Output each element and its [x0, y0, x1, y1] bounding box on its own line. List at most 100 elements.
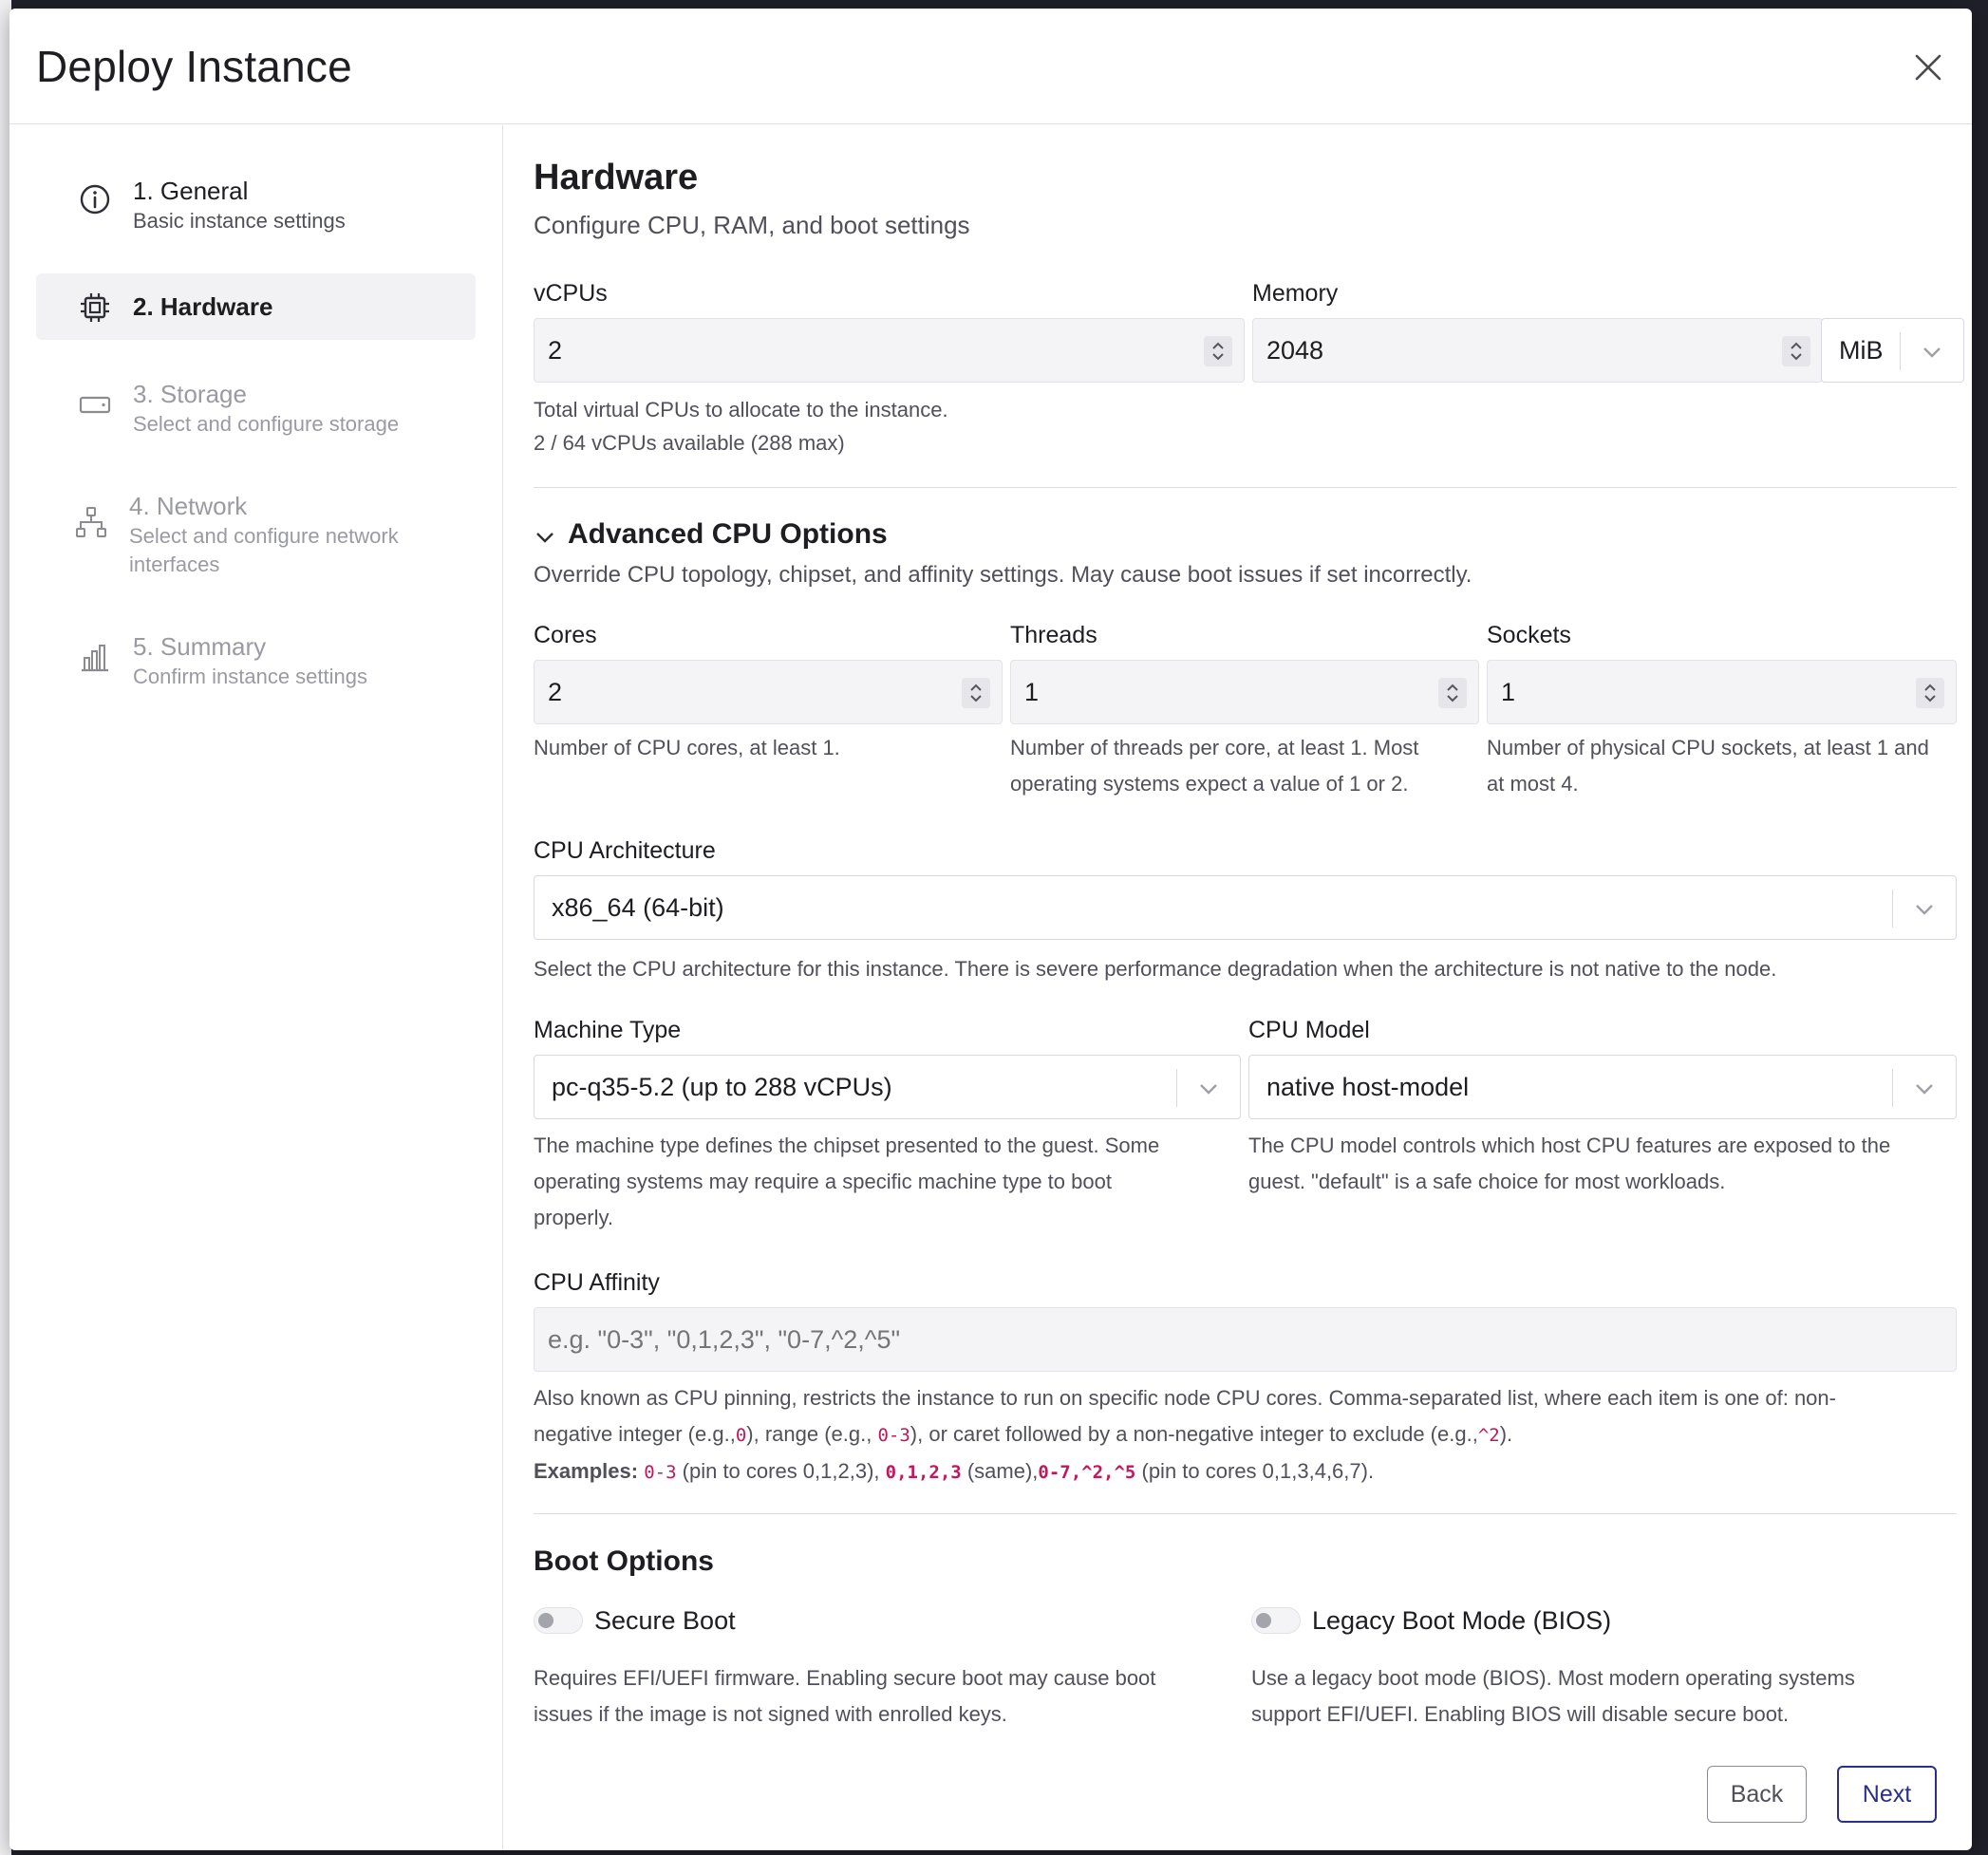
vcpus-value: 2	[548, 335, 563, 365]
machine-type-help-line3: properly.	[534, 1206, 613, 1229]
step-network-desc-line2: interfaces	[129, 553, 220, 576]
stepper-arrows-icon	[1447, 684, 1458, 703]
cpu-architecture-select[interactable]: x86_64 (64-bit)	[534, 875, 1957, 940]
chevron-down-icon	[1916, 1084, 1933, 1095]
secure-boot-help-line2: issues if the image is not signed with e…	[534, 1702, 1007, 1726]
cpu-model-label: CPU Model	[1248, 1017, 1370, 1043]
boot-options-title: Boot Options	[534, 1546, 714, 1577]
threads-input[interactable]: 1	[1010, 660, 1479, 724]
memory-unit-select[interactable]: MiB	[1821, 318, 1964, 383]
memory-unit-value: MiB	[1839, 335, 1884, 365]
secure-boot-label: Secure Boot	[594, 1606, 736, 1635]
memory-label: Memory	[1252, 280, 1339, 307]
vcpus-availability: 2 / 64 vCPUs available (288 max)	[534, 431, 845, 455]
affinity-help-text: ), or caret followed by a non-negative i…	[910, 1422, 1478, 1446]
stepper-arrows-icon	[1924, 684, 1936, 703]
example-3-desc: (pin to cores 0,1,3,4,6,7).	[1141, 1459, 1375, 1483]
deploy-instance-dialog: Deploy Instance 1. General Basic instanc…	[9, 9, 1972, 1850]
affinity-help-text: ).	[1499, 1422, 1513, 1446]
step-network-desc: Select and configure network	[129, 524, 399, 548]
cpu-affinity-help-line2: negative integer (e.g.,0), range (e.g., …	[534, 1416, 1512, 1453]
cpu-architecture-label: CPU Architecture	[534, 837, 716, 864]
step-summary-desc: Confirm instance settings	[133, 665, 367, 688]
dialog-title: Deploy Instance	[36, 41, 352, 91]
memory-stepper[interactable]	[1782, 336, 1810, 366]
step-hardware[interactable]: 2. Hardware	[36, 273, 476, 340]
threads-help: Number of threads per core, at least 1. …	[1010, 736, 1419, 759]
vcpus-stepper[interactable]	[1204, 336, 1232, 366]
sockets-stepper[interactable]	[1916, 678, 1944, 708]
cpu-affinity-input[interactable]	[534, 1307, 1957, 1372]
cpu-model-select[interactable]: native host-model	[1248, 1055, 1957, 1119]
sockets-label: Sockets	[1487, 622, 1571, 648]
cpu-architecture-value: x86_64 (64-bit)	[552, 892, 724, 922]
chevron-down-icon	[1200, 1084, 1217, 1095]
code-example-range: 0-3	[877, 1425, 910, 1446]
code-example-int: 0	[735, 1425, 747, 1446]
legacy-boot-toggle[interactable]	[1251, 1607, 1301, 1634]
vcpus-label: vCPUs	[534, 280, 608, 307]
threads-label: Threads	[1010, 622, 1097, 648]
legacy-boot-help: Use a legacy boot mode (BIOS). Most mode…	[1251, 1666, 1855, 1690]
cpu-affinity-help: Also known as CPU pinning, restricts the…	[534, 1386, 1836, 1410]
next-button[interactable]: Next	[1837, 1766, 1937, 1823]
advanced-cpu-toggle[interactable]: Advanced CPU Options	[534, 518, 913, 556]
machine-type-help: The machine type defines the chipset pre…	[534, 1134, 1160, 1157]
chevron-down-icon	[1916, 905, 1933, 915]
memory-input[interactable]: 2048	[1252, 318, 1823, 383]
example-2-code: 0,1,2,3	[885, 1462, 962, 1483]
cores-stepper[interactable]	[962, 678, 990, 708]
machine-type-select[interactable]: pc-q35-5.2 (up to 288 vCPUs)	[534, 1055, 1241, 1119]
step-summary-label: 5. Summary	[133, 632, 267, 661]
example-1-code: 0-3	[644, 1462, 677, 1483]
section-title: Hardware	[534, 158, 699, 197]
step-general-desc: Basic instance settings	[133, 209, 346, 233]
example-2-desc: (same),	[966, 1459, 1039, 1483]
chevron-down-icon	[1923, 347, 1941, 358]
divider	[534, 487, 1957, 488]
step-general-label: 1. General	[133, 177, 249, 205]
network-icon	[76, 507, 106, 537]
vcpus-help: Total virtual CPUs to allocate to the in…	[534, 398, 948, 422]
cpu-chip-icon	[81, 293, 109, 322]
legacy-boot-help-line2: support EFI/UEFI. Enabling BIOS will dis…	[1251, 1702, 1790, 1726]
machine-type-help-line2: operating systems may require a specific…	[534, 1170, 1112, 1193]
close-icon	[1915, 54, 1941, 81]
cpu-model-value: native host-model	[1266, 1072, 1470, 1101]
sockets-input[interactable]: 1	[1487, 660, 1957, 724]
cores-value: 2	[548, 677, 563, 706]
cores-label: Cores	[534, 622, 597, 648]
divider	[534, 1513, 1957, 1514]
threads-help-line2: operating systems expect a value of 1 or…	[1010, 772, 1409, 796]
step-network[interactable]: 4. Network Select and configure network …	[36, 477, 476, 592]
info-icon	[80, 184, 110, 215]
back-button[interactable]: Back	[1707, 1766, 1807, 1823]
close-button[interactable]	[1909, 48, 1947, 86]
threads-stepper[interactable]	[1438, 678, 1467, 708]
step-summary[interactable]: 5. Summary Confirm instance settings	[36, 617, 476, 704]
legacy-boot-label: Legacy Boot Mode (BIOS)	[1312, 1606, 1612, 1635]
step-storage[interactable]: 3. Storage Select and configure storage	[36, 365, 476, 452]
cpu-architecture-help: Select the CPU architecture for this ins…	[534, 957, 1777, 981]
secure-boot-toggle[interactable]	[534, 1607, 583, 1634]
affinity-help-text: negative integer (e.g.,	[534, 1422, 736, 1446]
cores-input[interactable]: 2	[534, 660, 1003, 724]
cores-help: Number of CPU cores, at least 1.	[534, 736, 840, 759]
chevron-down-icon	[536, 533, 553, 543]
hard-drive-icon	[79, 396, 111, 414]
affinity-help-text: ), range (e.g.,	[746, 1422, 872, 1446]
wizard-steps: 1. General Basic instance settings 2. Ha…	[9, 125, 503, 1850]
dialog-header: Deploy Instance	[9, 9, 1972, 124]
threads-value: 1	[1024, 677, 1040, 706]
cpu-affinity-label: CPU Affinity	[534, 1269, 660, 1296]
advanced-cpu-title: Advanced CPU Options	[568, 518, 888, 550]
memory-value: 2048	[1266, 335, 1324, 365]
step-general[interactable]: 1. General Basic instance settings	[36, 161, 476, 249]
stepper-arrows-icon	[970, 684, 982, 703]
machine-type-label: Machine Type	[534, 1017, 682, 1043]
example-1-desc: (pin to cores 0,1,2,3),	[682, 1459, 880, 1483]
stepper-arrows-icon	[1791, 342, 1802, 361]
code-example-caret: ^2	[1477, 1425, 1500, 1446]
vcpus-input[interactable]: 2	[534, 318, 1245, 383]
example-3-code: 0-7,^2,^5	[1038, 1462, 1136, 1483]
